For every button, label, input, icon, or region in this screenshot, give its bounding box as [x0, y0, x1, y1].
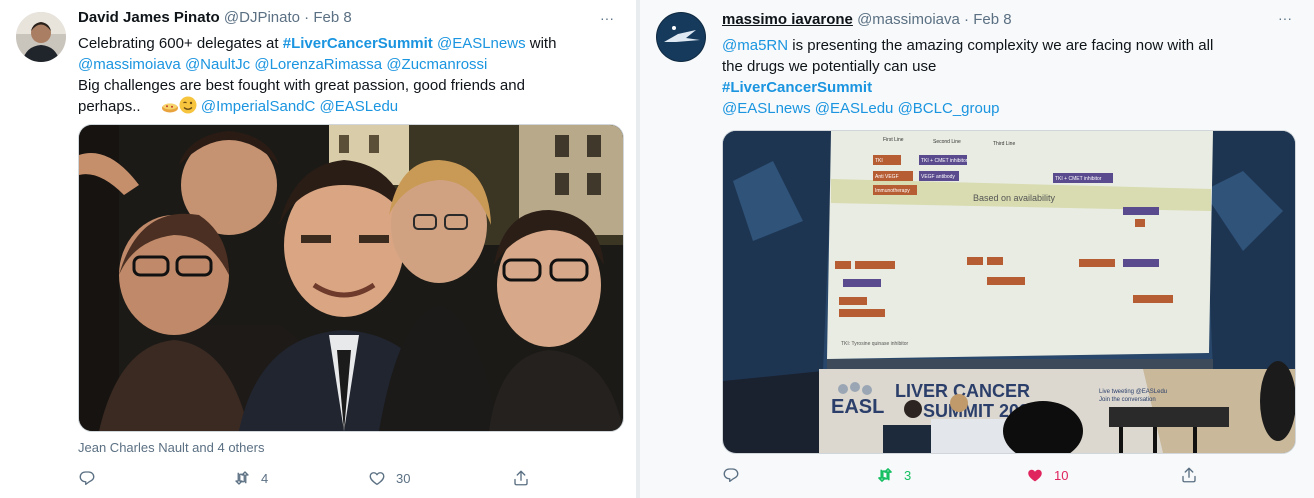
retweet-button[interactable]: 4 [233, 469, 268, 487]
retweet-count: 4 [261, 470, 269, 486]
author-name[interactable]: David James Pinato [78, 9, 220, 26]
svg-text:EASL: EASL [831, 396, 884, 418]
like-icon [1028, 469, 1042, 482]
svg-text:Based on availability: Based on availability [973, 193, 1056, 203]
reply-icon [723, 468, 739, 483]
mention-link[interactable]: @EASLnews [437, 35, 526, 52]
tweet-photo[interactable]: First Line Second Line Third Line TKI TK… [722, 130, 1296, 454]
text-segment: is presenting the amazing complexity we … [788, 37, 1214, 54]
share-icon [1182, 467, 1196, 483]
share-button[interactable] [512, 469, 530, 487]
reply-button[interactable] [722, 466, 740, 484]
action-bar: 3 10 [722, 466, 1294, 486]
mention-link[interactable]: @NaultJc [185, 56, 250, 73]
mention-link[interactable]: @EASLedu [815, 100, 894, 117]
tweet-text: Celebrating 600+ delegates at #LiverCanc… [78, 33, 556, 120]
projected-slide [827, 131, 1213, 359]
separator-dot: · [964, 11, 970, 28]
text-segment: Celebrating 600+ delegates at [78, 35, 283, 52]
avatar[interactable] [16, 12, 66, 62]
svg-text:Immunotherapy: Immunotherapy [875, 188, 910, 194]
more-icon[interactable]: ··· [600, 10, 614, 26]
hashtag-link[interactable]: #LiverCancerSummit [283, 35, 433, 52]
tweet-date[interactable]: Feb 8 [313, 9, 351, 26]
tweet-card-right[interactable]: massimo iavarone @massimoiava · Feb 8 ··… [640, 0, 1314, 498]
author-name[interactable]: massimo iavarone [722, 11, 853, 28]
pizza-emoji [161, 98, 179, 120]
svg-text:Live tweeting @EASLedu: Live tweeting @EASLedu [1099, 389, 1167, 395]
reply-button[interactable] [78, 469, 96, 487]
svg-text:VEGF antibody: VEGF antibody [921, 174, 955, 180]
text-segment: Big challenges are best fought with grea… [78, 77, 525, 94]
tweet-text: @ma5RN is presenting the amazing complex… [722, 35, 1213, 119]
retweet-icon [878, 468, 892, 482]
mention-link[interactable]: @massimoiava [78, 56, 181, 73]
mention-link[interactable]: @EASLedu [320, 98, 399, 115]
share-icon [514, 470, 528, 486]
mention-link[interactable]: @ma5RN [722, 37, 788, 54]
more-icon[interactable]: ··· [1278, 10, 1292, 26]
mention-link[interactable]: @EASLnews [722, 100, 811, 117]
mention-link[interactable]: @BCLC_group [898, 100, 1000, 117]
text-segment: with [525, 35, 557, 52]
svg-text:Third Line: Third Line [993, 141, 1015, 147]
author-handle[interactable]: @massimoiava [857, 11, 960, 28]
like-count: 30 [396, 470, 411, 486]
svg-text:Second Line: Second Line [933, 139, 961, 145]
tweet-photo[interactable] [78, 124, 624, 432]
tweet-date[interactable]: Feb 8 [973, 11, 1011, 28]
avatar[interactable] [656, 12, 706, 62]
text-segment: perhaps.. [78, 98, 141, 115]
hashtag-link[interactable]: #LiverCancerSummit [722, 79, 872, 96]
svg-text:Anti VEGF: Anti VEGF [875, 174, 899, 180]
action-bar: 4 30 [78, 469, 622, 489]
mention-link[interactable]: @Zucmanrossi [386, 56, 487, 73]
retweet-button[interactable]: 3 [876, 466, 911, 484]
mention-link[interactable]: @LorenzaRimassa [254, 56, 382, 73]
reply-icon [79, 471, 95, 486]
svg-text:TKI: Tyrosine quinase inhibito: TKI: Tyrosine quinase inhibitor [841, 341, 909, 347]
svg-text:Join the conversation: Join the conversation [1099, 397, 1156, 403]
text-segment: the drugs we potentially can use [722, 58, 937, 75]
like-icon [369, 472, 385, 486]
mention-link[interactable]: @ImperialSandC [201, 98, 315, 115]
tweet-card-left[interactable]: David James Pinato @DJPinato · Feb 8 ···… [0, 0, 636, 498]
like-button[interactable]: 10 [1026, 466, 1068, 484]
svg-text:TKI: TKI [875, 158, 883, 164]
like-button[interactable]: 30 [368, 469, 410, 487]
tweet-header: massimo iavarone @massimoiava · Feb 8 [722, 10, 1012, 30]
retweet-icon [235, 471, 249, 485]
author-handle[interactable]: @DJPinato [224, 9, 300, 26]
svg-text:TKI + CMET inhibitor: TKI + CMET inhibitor [1055, 176, 1102, 182]
tagged-people[interactable]: Jean Charles Nault and 4 others [78, 440, 264, 455]
share-button[interactable] [1180, 466, 1198, 484]
wink-emoji [179, 96, 197, 120]
like-count: 10 [1054, 467, 1069, 483]
tweet-header: David James Pinato @DJPinato · Feb 8 [78, 8, 352, 28]
svg-text:First Line: First Line [883, 137, 904, 143]
retweet-count: 3 [904, 467, 912, 483]
svg-text:TKI + CMET inhibitor: TKI + CMET inhibitor [921, 158, 968, 164]
separator-dot: · [304, 9, 310, 26]
